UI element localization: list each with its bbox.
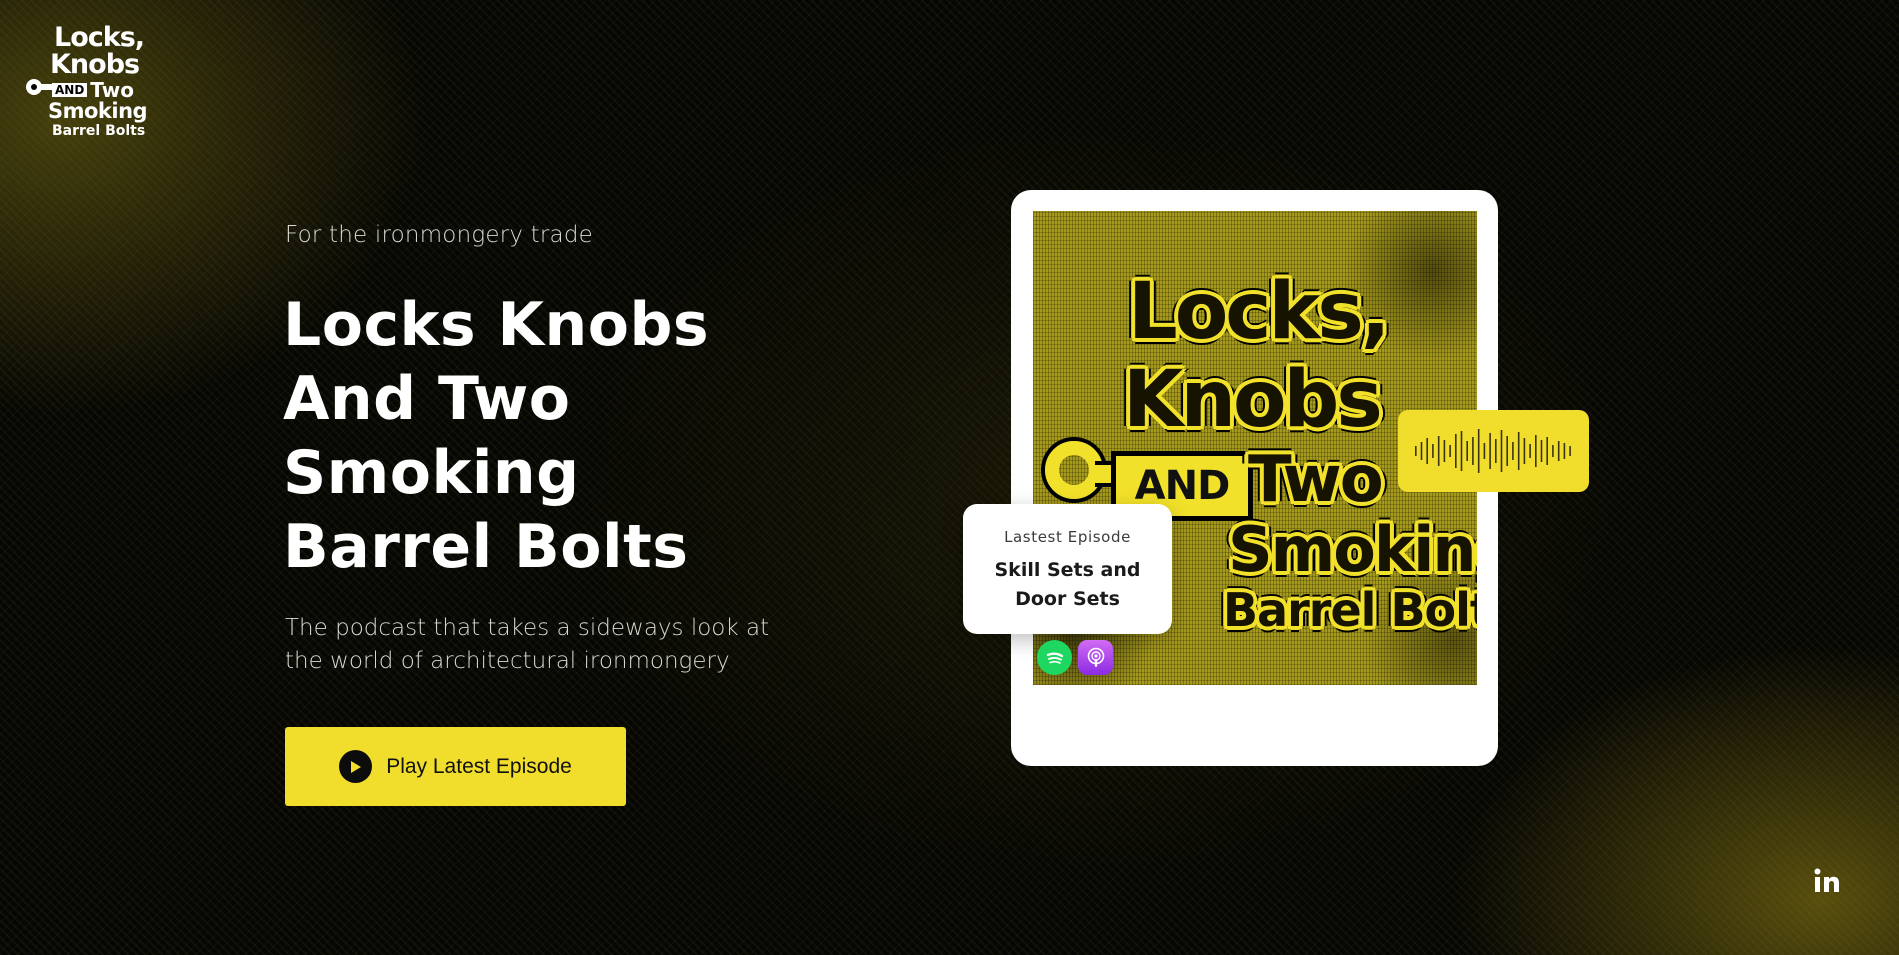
latest-episode-title: Skill Sets and Door Sets [994, 559, 1141, 610]
tagline-line: The podcast that takes a sideways look a… [285, 615, 770, 641]
logo-text-line1: Locks, [54, 22, 145, 53]
hero-title-line: Barrel Bolts [283, 512, 689, 582]
page: Locks, Knobs AND Two Smoking Barrel Bolt… [0, 0, 1899, 955]
logo-two: Two [90, 78, 134, 102]
hero-title-line: And Two [283, 364, 571, 434]
platform-links [1037, 640, 1113, 675]
waveform-bar [1477, 429, 1479, 473]
cover-text-two: Two [1248, 443, 1384, 517]
waveform-bar [1454, 434, 1457, 468]
latest-episode-card[interactable]: Lastest Episode Skill Sets and Door Sets [963, 504, 1172, 634]
play-latest-episode-button[interactable]: Play Latest Episode [285, 727, 626, 806]
waveform-bar [1563, 443, 1565, 459]
waveform-bar [1420, 442, 1422, 460]
cover-text-line4: Smoking [1228, 513, 1477, 586]
latest-episode-label: Lastest Episode [1004, 528, 1131, 546]
hero-title: Locks Knobs And Two Smoking Barrel Bolts [283, 288, 803, 584]
cover-text-line2: Knobs [1123, 355, 1383, 445]
waveform-bar [1448, 445, 1451, 457]
linkedin-icon[interactable] [1812, 866, 1842, 896]
waveform-bar [1460, 431, 1462, 471]
waveform-bar [1568, 446, 1571, 456]
waveform-bar [1465, 441, 1468, 461]
waveform-bar [1494, 439, 1497, 463]
waveform-bar [1523, 438, 1525, 464]
hero-title-line: Locks Knobs [283, 290, 710, 360]
waveform-bar [1425, 438, 1428, 464]
waveform-bar [1431, 444, 1434, 458]
waveform-bar [1557, 441, 1559, 461]
waveform-bar [1488, 433, 1491, 469]
waveform-bar [1511, 442, 1514, 460]
cover-text-line5: Barrel Bolts [1223, 583, 1477, 637]
waveform-bar [1443, 440, 1445, 462]
tagline-line: the world of architectural ironmongery [285, 648, 730, 674]
waveform-bar [1505, 436, 1508, 466]
waveform-icon [1414, 429, 1571, 473]
waveform-bar [1500, 430, 1502, 472]
waveform-bar [1437, 436, 1439, 466]
logo-text-line3: AND Two [52, 80, 134, 100]
hero-tagline: The podcast that takes a sideways look a… [285, 612, 785, 678]
logo-and-badge: AND [52, 83, 88, 97]
waveform-bar [1471, 437, 1474, 465]
play-button-label: Play Latest Episode [386, 754, 572, 778]
play-icon [339, 750, 373, 783]
apple-podcasts-icon[interactable] [1078, 640, 1113, 675]
waveform-bar [1528, 444, 1531, 458]
waveform-bar [1517, 432, 1519, 470]
waveform-bar [1540, 440, 1542, 462]
cover-text-line1: Locks, [1128, 267, 1390, 357]
logo-text-line2: Knobs [50, 49, 140, 80]
hero-title-line: Smoking [283, 438, 580, 508]
logo-text-line4: Smoking [48, 99, 148, 123]
logo-text-line5: Barrel Bolts [52, 123, 146, 139]
key-stem [40, 84, 52, 90]
site-logo[interactable]: Locks, Knobs AND Two Smoking Barrel Bolt… [26, 24, 156, 142]
waveform-bar [1545, 437, 1548, 465]
waveform-bar [1483, 443, 1485, 459]
hero-eyebrow: For the ironmongery trade [285, 222, 593, 248]
waveform-bar [1551, 445, 1554, 457]
audio-waveform [1398, 410, 1589, 492]
spotify-icon[interactable] [1037, 640, 1072, 675]
waveform-bar [1534, 435, 1537, 467]
waveform-bar [1414, 446, 1417, 456]
